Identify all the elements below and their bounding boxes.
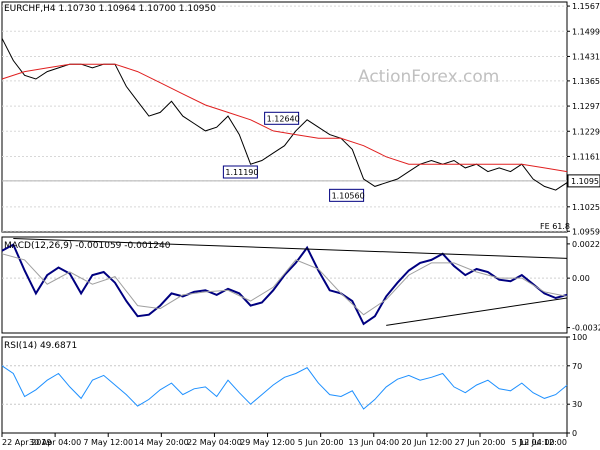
- panel-frame-2: [1, 336, 568, 434]
- annotation-label-1: 1.11190: [225, 168, 258, 177]
- current-price-label: 1.10950: [571, 177, 600, 186]
- rsi-ytick-label-3: 0: [572, 429, 577, 438]
- x-tick-label-5: 29 May 12:00: [240, 438, 295, 447]
- rsi-ytick-label-2: 30: [572, 400, 582, 409]
- price-ytick-label-6: 1.11610: [572, 152, 600, 161]
- rsi-ytick-label-0: 100: [572, 333, 587, 342]
- macd-ytick-label-1: 0.00: [572, 274, 590, 283]
- macd-series-0: [1, 243, 568, 326]
- x-tick-label-3: 14 May 20:00: [134, 438, 189, 447]
- price-header: EURCHF,H4 1.10730 1.10964 1.10700 1.1095…: [4, 4, 216, 14]
- rsi-header: RSI(14) 49.6871: [4, 341, 78, 351]
- macd-header: MACD(12,26,9) -0.001059 -0.001240: [4, 241, 171, 251]
- x-tick-label-9: 27 Jun 20:00: [455, 438, 506, 447]
- price-ytick-label-9: 1.09590: [572, 227, 600, 236]
- macd-lower-trendline: [386, 297, 568, 326]
- x-tick-label-7: 13 Jun 04:00: [348, 438, 399, 447]
- rsi-ytick-label-1: 70: [572, 362, 582, 371]
- macd-ytick-label-0: 0.002248: [572, 240, 600, 249]
- x-tick-label-8: 20 Jun 12:00: [401, 438, 452, 447]
- x-tick-label-6: 5 Jun 20:00: [298, 438, 344, 447]
- price-ytick-label-8: 1.10250: [572, 203, 600, 212]
- price-ytick-label-0: 1.15670: [572, 2, 600, 11]
- x-tick-label-4: 22 May 04:00: [187, 438, 242, 447]
- price-ytick-label-5: 1.12290: [572, 127, 600, 136]
- price-ytick-label-3: 1.13650: [572, 77, 600, 86]
- macd-ytick-label-2: -0.003245: [572, 324, 600, 333]
- price-ytick-label-1: 1.14990: [572, 27, 600, 36]
- forex-chart: ActionForex.com 1.15670 1.14990 1.14310 1.13…: [1, 1, 600, 447]
- annotation-label-0: 1.12640: [267, 114, 300, 123]
- x-tick-label-2: 7 May 12:00: [83, 438, 133, 447]
- fe-level-label: FE 61.8: [540, 222, 570, 231]
- x-tick-label-11: 12 Jul 12:00: [519, 438, 567, 447]
- watermark: ActionForex.com: [358, 67, 499, 87]
- annotation-label-2: 1.10560: [332, 191, 365, 200]
- x-tick-label-1: 30 Apr 04:00: [29, 438, 81, 447]
- price-ytick-label-2: 1.14310: [572, 52, 600, 61]
- price-ytick-label-4: 1.12970: [572, 102, 600, 111]
- rsi-series-0: [1, 365, 568, 410]
